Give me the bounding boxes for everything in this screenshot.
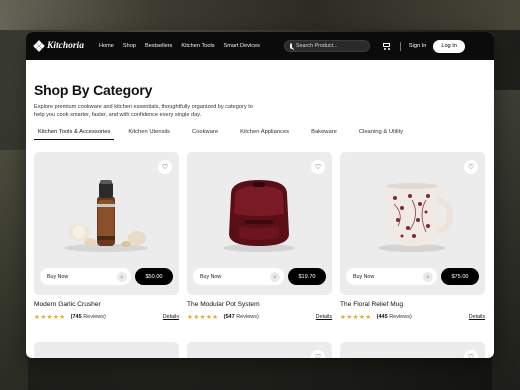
reviews-count: (445 Reviews)	[376, 314, 412, 321]
search-bar[interactable]	[283, 40, 370, 52]
buy-bar: Buy Now ⌂ $19.70	[193, 268, 326, 286]
star-rating-icon: ★★★★★	[340, 314, 372, 322]
heart-icon: ♡	[314, 353, 322, 358]
search-input[interactable]	[295, 43, 366, 49]
tab-kitchen-tools-accessories[interactable]: Kitchen Tools & Accessories	[34, 129, 115, 141]
background-blur-right	[492, 90, 520, 390]
buy-bar: Buy Now ⌂ $50.00	[40, 268, 173, 286]
heart-icon: ♡	[467, 353, 475, 358]
nav-link-home[interactable]: Home	[99, 43, 114, 49]
garlic-crusher-image	[64, 180, 148, 253]
favorite-button[interactable]: ♡	[311, 350, 325, 358]
bag-icon[interactable]: ⌂	[117, 271, 127, 282]
nav-divider	[399, 41, 401, 51]
star-rating-icon: ★★★★★	[34, 314, 66, 322]
background-blur-left	[0, 150, 28, 390]
product-grid: ♡ Buy Now ⌂ $50.00 Modern Garlic Crusher…	[34, 152, 486, 321]
page-subtitle: Explore premium cookware and kitchen ess…	[34, 104, 253, 118]
tab-cleaning-utility[interactable]: Cleaning & Utility	[355, 129, 407, 140]
buy-now-button[interactable]: Buy Now ⌂	[40, 268, 131, 286]
product-card-partial[interactable]	[34, 342, 179, 358]
cart-icon[interactable]	[382, 42, 391, 50]
app-window: Kitchoria Home Shop Bestsellers Kitchen …	[26, 32, 494, 358]
product-image-box[interactable]: ♡	[34, 152, 179, 296]
heart-icon: ♡	[314, 163, 322, 171]
product-grid-row-2: ♡ ♡	[34, 342, 486, 358]
rating-row: ★★★★★ (547 Reviews) Details	[187, 313, 332, 321]
favorite-button[interactable]: ♡	[158, 160, 172, 175]
rating-row: ★★★★★ (745 Reviews) Details	[34, 313, 179, 321]
heart-icon: ♡	[161, 163, 169, 171]
bag-icon[interactable]: ⌂	[270, 271, 280, 282]
buy-now-label: Buy Now	[200, 273, 222, 280]
tab-bakeware[interactable]: Bakeware	[307, 129, 341, 140]
product-card-partial[interactable]: ♡	[340, 342, 485, 358]
buy-now-button[interactable]: Buy Now ⌂	[346, 268, 437, 286]
main-content: Shop By Category Explore premium cookwar…	[26, 82, 494, 358]
product-name[interactable]: Modern Garlic Crusher	[34, 301, 179, 308]
background-blur-top	[0, 0, 520, 30]
floral-mug-image	[378, 183, 454, 253]
nav-link-smart-devices[interactable]: Smart Devices	[224, 43, 260, 49]
reviews-count: (745 Reviews)	[70, 314, 106, 321]
details-link[interactable]: Details	[469, 314, 485, 320]
buy-now-label: Buy Now	[353, 273, 375, 280]
category-tabs: Kitchen Tools & Accessories Kitchen Uten…	[34, 129, 486, 141]
product-card: ♡	[340, 152, 485, 321]
favorite-button[interactable]: ♡	[311, 160, 325, 175]
buy-now-label: Buy Now	[47, 273, 69, 280]
details-link[interactable]: Details	[163, 314, 179, 320]
product-card: ♡	[34, 152, 179, 321]
tab-cookware[interactable]: Cookware	[188, 129, 222, 140]
product-name[interactable]: The Modular Pot System	[187, 301, 332, 308]
search-icon	[289, 43, 292, 49]
tab-kitchen-utensils[interactable]: Kitchen Utensils	[124, 129, 174, 140]
favorite-button[interactable]: ♡	[464, 160, 478, 175]
air-fryer-image	[223, 180, 295, 253]
product-name[interactable]: The Floral Relief Mug	[340, 301, 485, 308]
page-title: Shop By Category	[34, 82, 153, 98]
star-rating-icon: ★★★★★	[187, 314, 219, 322]
nav-link-bestsellers[interactable]: Bestsellers	[145, 43, 172, 49]
price-button[interactable]: $75.00	[441, 268, 479, 286]
heart-icon: ♡	[467, 163, 475, 171]
price-button[interactable]: $19.70	[288, 268, 326, 286]
product-card: ♡ Buy Now ⌂ $19.70 The Modular Pot Syste…	[187, 152, 332, 321]
nav-link-shop[interactable]: Shop	[123, 43, 136, 49]
favorite-button[interactable]: ♡	[464, 350, 478, 358]
nav-link-kitchen-tools[interactable]: Kitchen Tools	[181, 43, 214, 49]
buy-bar: Buy Now ⌂ $75.00	[346, 268, 479, 286]
buy-now-button[interactable]: Buy Now ⌂	[193, 268, 284, 286]
log-in-button[interactable]: Log In	[433, 39, 465, 53]
sign-in-link[interactable]: Sign In	[409, 43, 426, 49]
logo-mark-icon	[33, 40, 45, 52]
product-image-box[interactable]: ♡	[340, 152, 485, 296]
rating-row: ★★★★★ (445 Reviews) Details	[340, 313, 485, 321]
product-image-box[interactable]: ♡ Buy Now ⌂ $19.70	[187, 152, 332, 296]
brand-logo[interactable]: Kitchoria	[33, 40, 98, 52]
reviews-count: (547 Reviews)	[223, 314, 259, 321]
price-button[interactable]: $50.00	[135, 268, 173, 286]
details-link[interactable]: Details	[316, 314, 332, 320]
brand-name: Kitchoria	[47, 41, 84, 51]
tab-kitchen-appliances[interactable]: Kitchen Appliances	[236, 129, 293, 140]
top-navbar: Kitchoria Home Shop Bestsellers Kitchen …	[26, 32, 494, 60]
bag-icon[interactable]: ⌂	[423, 271, 433, 282]
product-card-partial[interactable]: ♡	[187, 342, 332, 358]
nav-links: Home Shop Bestsellers Kitchen Tools Smar…	[99, 43, 260, 49]
